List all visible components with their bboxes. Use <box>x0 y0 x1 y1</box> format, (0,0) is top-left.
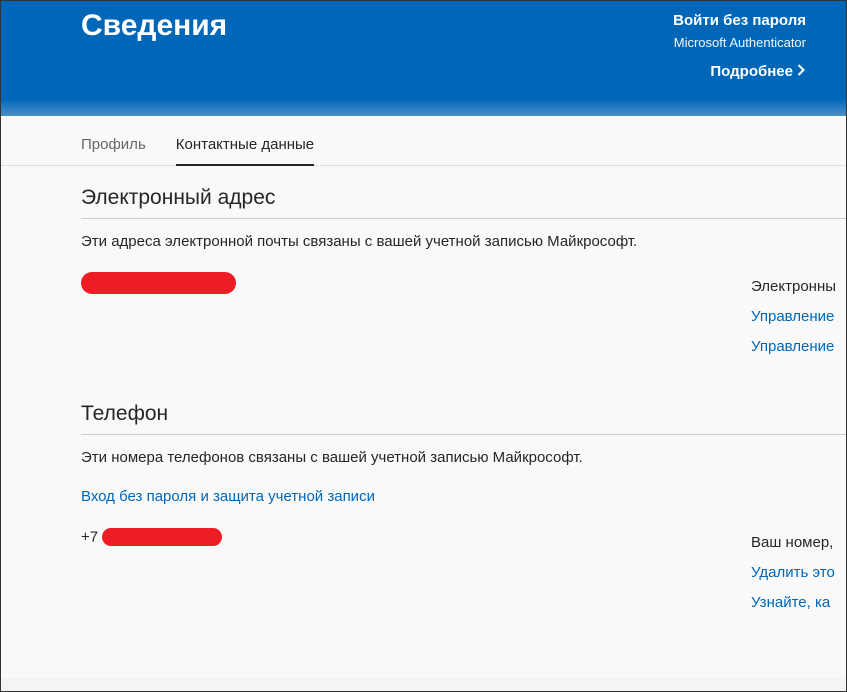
phone-section-description: Эти номера телефонов связаны с вашей уче… <box>81 449 846 466</box>
phone-row: +7 Ваш номер, Удалить это Узнайте, ка <box>81 528 846 618</box>
signin-no-password-label[interactable]: Войти без пароля <box>673 9 806 33</box>
manage-email-link-2[interactable]: Управление <box>751 332 846 362</box>
email-row: Электронны Управление Управление <box>81 272 846 362</box>
phone-value-container: +7 <box>81 528 222 546</box>
learn-more-text: Подробнее <box>710 60 793 84</box>
email-actions: Электронны Управление Управление <box>751 272 846 362</box>
manage-email-link-1[interactable]: Управление <box>751 302 846 332</box>
phone-section: Телефон Эти номера телефонов связаны с в… <box>81 402 846 618</box>
divider <box>81 434 846 435</box>
learn-more-link[interactable]: Подробнее <box>710 60 806 84</box>
authenticator-label: Microsoft Authenticator <box>673 33 806 54</box>
main-content: Электронный адрес Эти адреса электронной… <box>1 166 846 678</box>
email-type-label: Электронны <box>751 278 836 295</box>
email-value-container <box>81 272 236 294</box>
phone-redacted <box>102 528 222 546</box>
phone-section-title: Телефон <box>81 402 846 426</box>
page-header: Сведения Войти без пароля Microsoft Auth… <box>1 1 846 116</box>
email-redacted <box>81 272 236 294</box>
divider <box>81 218 846 219</box>
tab-profile[interactable]: Профиль <box>81 130 146 165</box>
email-section-title: Электронный адрес <box>81 186 846 210</box>
tab-bar: Профиль Контактные данные <box>1 116 846 166</box>
phone-actions: Ваш номер, Удалить это Узнайте, ка <box>751 528 846 618</box>
phone-type-label: Ваш номер, <box>751 534 833 551</box>
learn-phone-link[interactable]: Узнайте, ка <box>751 588 846 618</box>
passwordless-security-link[interactable]: Вход без пароля и защита учетной записи <box>81 488 375 505</box>
chevron-right-icon <box>797 60 806 84</box>
email-section-description: Эти адреса электронной почты связаны с в… <box>81 233 846 250</box>
phone-prefix: +7 <box>81 529 98 546</box>
tab-contact-info[interactable]: Контактные данные <box>176 130 314 165</box>
header-right-panel: Войти без пароля Microsoft Authenticator… <box>673 9 806 84</box>
delete-phone-link[interactable]: Удалить это <box>751 558 846 588</box>
page-title: Сведения <box>81 9 227 43</box>
email-section: Электронный адрес Эти адреса электронной… <box>81 186 846 362</box>
